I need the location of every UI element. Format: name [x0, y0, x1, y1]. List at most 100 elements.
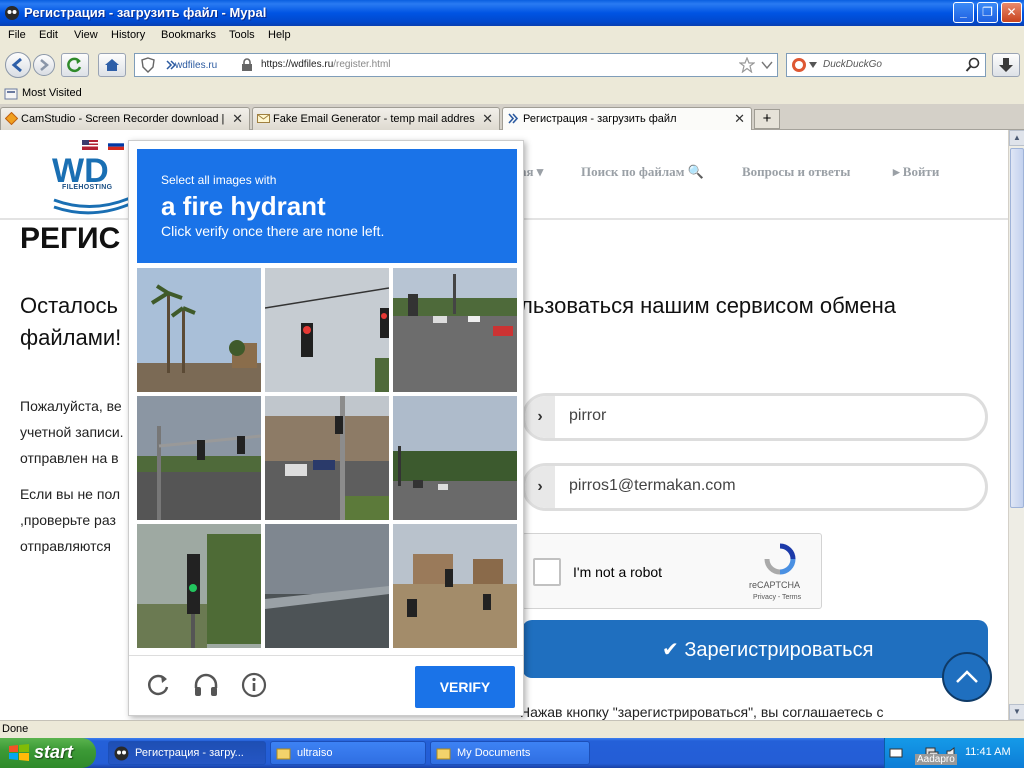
instruction-line: отправлен на в [20, 450, 119, 466]
menu-view[interactable]: View [74, 29, 98, 41]
captcha-tile-9[interactable] [393, 524, 517, 648]
chevron-up-icon [956, 670, 978, 683]
forward-arrow-icon [40, 59, 49, 71]
captcha-tile-8[interactable] [265, 524, 389, 648]
keyboard-icon[interactable] [889, 746, 903, 760]
status-text: Done [2, 723, 29, 735]
menu-help[interactable]: Help [268, 29, 291, 41]
back-button[interactable] [5, 52, 31, 78]
scrollbar-thumb[interactable] [1010, 148, 1024, 508]
tile-image-green-light [137, 524, 261, 648]
bookmarks-toolbar: Most Visited [0, 84, 1024, 104]
nav-link-login[interactable]: ▸ Войти [893, 164, 939, 180]
tab-label: Регистрация - загрузить файл [523, 113, 677, 125]
audio-icon[interactable] [191, 670, 221, 700]
captcha-tile-5[interactable] [265, 396, 389, 520]
shield-icon [141, 57, 155, 73]
username-field[interactable]: › pirror [522, 393, 988, 441]
scroll-to-top-button[interactable] [942, 652, 992, 702]
windows-logo-icon [9, 744, 29, 761]
menu-history[interactable]: History [111, 29, 145, 41]
tile-image-traffic-light [265, 268, 389, 392]
camstudio-favicon-icon [5, 112, 18, 125]
recaptcha-label: I'm not a robot [573, 564, 663, 580]
double-chevron-icon [166, 60, 177, 70]
search-bar[interactable]: DuckDuckGo [786, 53, 986, 77]
engine-dropdown-icon[interactable] [809, 62, 817, 68]
captcha-tile-2[interactable] [265, 268, 389, 392]
recaptcha-terms[interactable]: Privacy - Terms [753, 594, 801, 601]
tile-image-intersection [265, 396, 389, 520]
reload-button[interactable] [61, 53, 89, 77]
taskbar-item-ultraiso[interactable]: ultraiso [270, 741, 426, 765]
captcha-tile-1[interactable] [137, 268, 261, 392]
scroll-up-icon[interactable]: ▲ [1009, 130, 1024, 146]
nav-link-file-search[interactable]: Поиск по файлам 🔍 [581, 164, 704, 180]
vertical-scrollbar[interactable]: ▲ ▼ [1008, 130, 1024, 720]
envelope-favicon-icon [257, 114, 270, 123]
scroll-down-icon[interactable]: ▼ [1009, 704, 1024, 720]
tab-strip: CamStudio - Screen Recorder download |..… [0, 104, 1024, 131]
taskbar-item-my-documents[interactable]: My Documents [430, 741, 590, 765]
tab-fake-email[interactable]: Fake Email Generator - temp mail address… [252, 107, 500, 130]
duckduckgo-icon[interactable] [791, 57, 807, 73]
flag-ru-icon[interactable] [108, 140, 124, 150]
flag-us-icon[interactable] [82, 140, 98, 150]
status-bar: Done [0, 720, 1024, 738]
folder-icon [436, 748, 451, 760]
recaptcha-widget: I'm not a robot reCAPTCHA Privacy - Term… [522, 533, 822, 609]
close-tab-icon[interactable]: ✕ [232, 111, 243, 127]
clock[interactable]: 11:41 AM [965, 746, 1011, 758]
lock-icon [242, 58, 252, 71]
nav-link-faq[interactable]: Вопросы и ответы [742, 164, 850, 180]
maximize-button[interactable]: ❐ [977, 2, 998, 23]
forward-button[interactable] [33, 54, 55, 76]
info-icon[interactable] [239, 670, 269, 700]
verify-button[interactable]: VERIFY [415, 666, 515, 708]
menu-bookmarks[interactable]: Bookmarks [161, 29, 216, 41]
star-bookmark-icon[interactable] [739, 57, 755, 73]
lead-text-right: льзоваться нашим сервисом обмена [520, 293, 896, 318]
mypal-app-icon [114, 746, 129, 761]
bookmark-most-visited[interactable]: Most Visited [22, 87, 82, 99]
url-path: /register.html [333, 59, 391, 70]
tab-label: Fake Email Generator - temp mail address [273, 113, 475, 125]
taskbar: start Регистрация - загру... ultraiso My… [0, 738, 1024, 768]
start-button[interactable]: start [0, 738, 96, 768]
reload-icon[interactable] [143, 670, 173, 700]
new-tab-button[interactable]: + [754, 109, 780, 129]
captcha-tile-7[interactable] [137, 524, 261, 648]
recaptcha-logo-icon [764, 543, 796, 575]
minimize-button[interactable]: _ [953, 2, 974, 23]
downloads-button[interactable] [992, 53, 1020, 77]
tray-overlay-tag: Aadapro [915, 754, 957, 765]
folder-icon [276, 748, 291, 760]
tab-camstudio[interactable]: CamStudio - Screen Recorder download |..… [0, 107, 250, 130]
dropdown-arrow-icon[interactable] [761, 60, 773, 70]
email-field[interactable]: › pirros1@termakan.com [522, 463, 988, 511]
recaptcha-brand: reCAPTCHA [749, 580, 801, 590]
register-button[interactable]: ✔ Зарегистрироваться [522, 620, 988, 678]
start-label: start [34, 742, 74, 762]
home-button[interactable] [98, 53, 126, 77]
captcha-tile-3[interactable] [393, 268, 517, 392]
captcha-tile-6[interactable] [393, 396, 517, 520]
recaptcha-checkbox[interactable] [533, 558, 561, 586]
instruction-line: ,проверьте раз [20, 512, 116, 528]
close-tab-icon[interactable]: ✕ [734, 111, 745, 127]
menu-edit[interactable]: Edit [39, 29, 58, 41]
close-tab-icon[interactable]: ✕ [482, 111, 493, 127]
tab-registration[interactable]: Регистрация - загрузить файл ✕ [502, 107, 752, 131]
taskbar-item-browser[interactable]: Регистрация - загру... [108, 741, 266, 765]
close-window-button[interactable]: ✕ [1001, 2, 1022, 23]
home-icon [105, 59, 119, 71]
instruction-line: отправляются [20, 538, 111, 554]
url-bar[interactable]: wdfiles.ru https://wdfiles.ru/register.h… [134, 53, 778, 77]
menu-file[interactable]: File [8, 29, 26, 41]
instruction-line: Если вы не пол [20, 486, 121, 502]
captcha-tile-4[interactable] [137, 396, 261, 520]
url-text[interactable]: https://wdfiles.ru/register.html [261, 59, 391, 70]
captcha-footer: VERIFY [129, 655, 523, 715]
menu-tools[interactable]: Tools [229, 29, 255, 41]
search-icon[interactable] [965, 57, 981, 73]
